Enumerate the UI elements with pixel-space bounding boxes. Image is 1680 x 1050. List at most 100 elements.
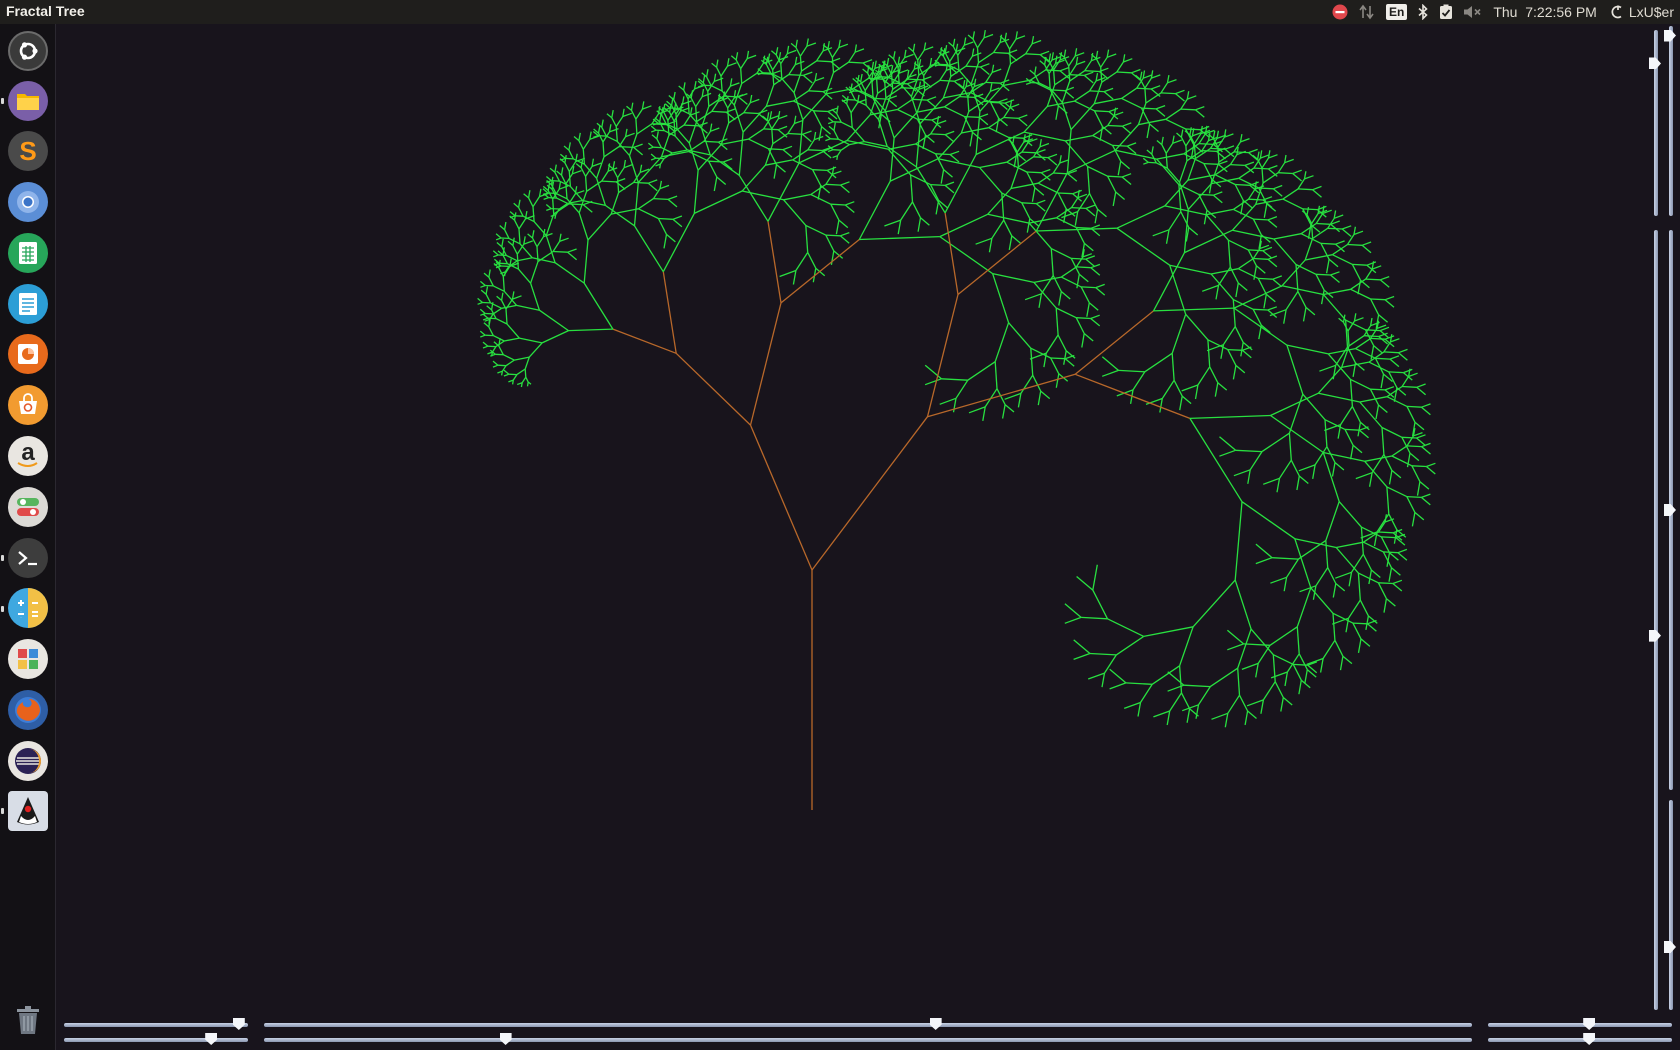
notification-blocked-icon[interactable] <box>1327 0 1353 24</box>
tree-branch <box>663 234 668 249</box>
tree-branch <box>1315 273 1331 276</box>
slider-right-inner-2[interactable] <box>1649 230 1661 1010</box>
slider-thumb[interactable] <box>1649 57 1661 70</box>
tree-branch <box>957 55 960 71</box>
tree-branch <box>1238 694 1249 712</box>
network-arrows-icon[interactable] <box>1353 0 1381 24</box>
slider-thumb[interactable] <box>1664 941 1676 953</box>
slider-thumb[interactable] <box>1664 504 1676 516</box>
tree-branch <box>503 373 510 377</box>
tree-branch <box>825 72 835 95</box>
clock[interactable]: Thu 7:22:56 PM <box>1488 0 1605 24</box>
tree-branch <box>1325 540 1329 568</box>
tree-branch <box>1194 384 1199 400</box>
tree-branch <box>1180 692 1191 709</box>
tree-branch <box>1002 63 1012 86</box>
slider-track <box>264 1038 1472 1042</box>
dash-icon[interactable] <box>8 31 48 71</box>
spreadsheet-icon[interactable] <box>8 233 48 273</box>
slider-thumb[interactable] <box>1649 629 1661 642</box>
slider-thumb[interactable] <box>1583 1018 1596 1030</box>
tree-branch <box>601 127 607 137</box>
tree-branch <box>779 269 797 278</box>
slider-thumb[interactable] <box>1583 1033 1596 1045</box>
sublime-text-icon[interactable]: S <box>8 131 48 171</box>
slider-bottom-center-top[interactable] <box>264 1018 1472 1030</box>
tree-branch <box>1032 374 1042 392</box>
keyboard-layout-indicator[interactable]: En <box>1381 0 1412 24</box>
slider-right-outer-2[interactable] <box>1664 230 1676 790</box>
tree-branch <box>1376 324 1387 330</box>
tree-branch <box>1406 405 1422 408</box>
tree-branch <box>1058 291 1062 306</box>
tree-branch <box>525 376 529 383</box>
slider-right-inner-1[interactable] <box>1649 30 1661 216</box>
system-settings-icon[interactable] <box>8 487 48 527</box>
tree-branch <box>991 219 1005 239</box>
slider-right-outer-3[interactable] <box>1664 800 1676 1010</box>
java-duke-icon[interactable] <box>8 791 48 831</box>
fractal-canvas[interactable] <box>56 24 1648 1034</box>
chromium-icon[interactable] <box>8 182 48 222</box>
tree-branch <box>495 237 502 241</box>
tree-branch <box>558 181 562 190</box>
tree-branch <box>1244 710 1249 726</box>
tree-branch <box>765 84 775 107</box>
calculator-icon[interactable] <box>8 588 48 628</box>
tree-branch <box>1072 189 1082 195</box>
software-center-icon[interactable] <box>8 385 48 425</box>
tree-branch <box>1322 639 1336 659</box>
tree-branch <box>910 174 931 186</box>
tree-branch <box>673 91 676 100</box>
tree-branch <box>1164 205 1207 216</box>
slider-bottom-left-bottom[interactable] <box>64 1033 248 1045</box>
firefox-icon[interactable] <box>8 690 48 730</box>
terminal-icon[interactable] <box>8 538 48 578</box>
slider-bottom-right-top[interactable] <box>1488 1018 1672 1030</box>
slider-thumb[interactable] <box>232 1018 245 1030</box>
eclipse-icon[interactable] <box>8 741 48 781</box>
tree-branch <box>1247 469 1251 484</box>
slider-thumb[interactable] <box>1664 29 1676 42</box>
slider-thumb[interactable] <box>205 1033 218 1045</box>
tree-branch <box>575 163 582 169</box>
tree-branch <box>1414 511 1425 521</box>
slider-thumb[interactable] <box>929 1018 942 1030</box>
tree-branch <box>1333 210 1337 219</box>
amazon-icon[interactable]: a <box>8 436 48 476</box>
tree-branch <box>710 127 720 132</box>
tree-branch <box>931 116 942 121</box>
slider-bottom-center-bottom[interactable] <box>264 1033 1472 1045</box>
tree-branch <box>479 308 486 314</box>
tree-branch <box>850 102 859 114</box>
slider-bottom-right-bottom[interactable] <box>1488 1033 1672 1045</box>
tree-branch <box>695 106 698 122</box>
user-menu[interactable]: LxU$er <box>1605 0 1680 24</box>
tree-branch <box>1039 60 1046 66</box>
presentation-icon[interactable] <box>8 334 48 374</box>
tree-branch <box>1334 462 1345 471</box>
document-icon[interactable] <box>8 284 48 324</box>
tree-branch <box>799 56 803 72</box>
bluetooth-icon[interactable] <box>1412 0 1434 24</box>
tree-branch <box>1223 129 1227 138</box>
tree-branch <box>1179 395 1183 411</box>
tree-branch <box>1055 307 1059 336</box>
tree-branch <box>1411 512 1416 527</box>
tree-branch <box>1094 110 1110 113</box>
slider-right-outer-1[interactable] <box>1664 26 1676 216</box>
tree-branch <box>1059 70 1070 79</box>
trash-icon[interactable] <box>8 1000 48 1040</box>
clipboard-check-icon[interactable] <box>1434 0 1458 24</box>
tree-branch <box>782 145 793 151</box>
volume-muted-icon[interactable] <box>1458 0 1488 24</box>
app-grid-icon[interactable] <box>8 639 48 679</box>
slider-thumb[interactable] <box>499 1033 512 1045</box>
tree-branch <box>565 157 574 160</box>
slider-bottom-left-top[interactable] <box>64 1018 248 1030</box>
files-icon[interactable] <box>8 81 48 121</box>
tree-branch <box>1371 261 1375 270</box>
tree-branch <box>1333 214 1344 219</box>
tree-branch <box>1107 124 1123 127</box>
tree-branch <box>826 166 837 172</box>
